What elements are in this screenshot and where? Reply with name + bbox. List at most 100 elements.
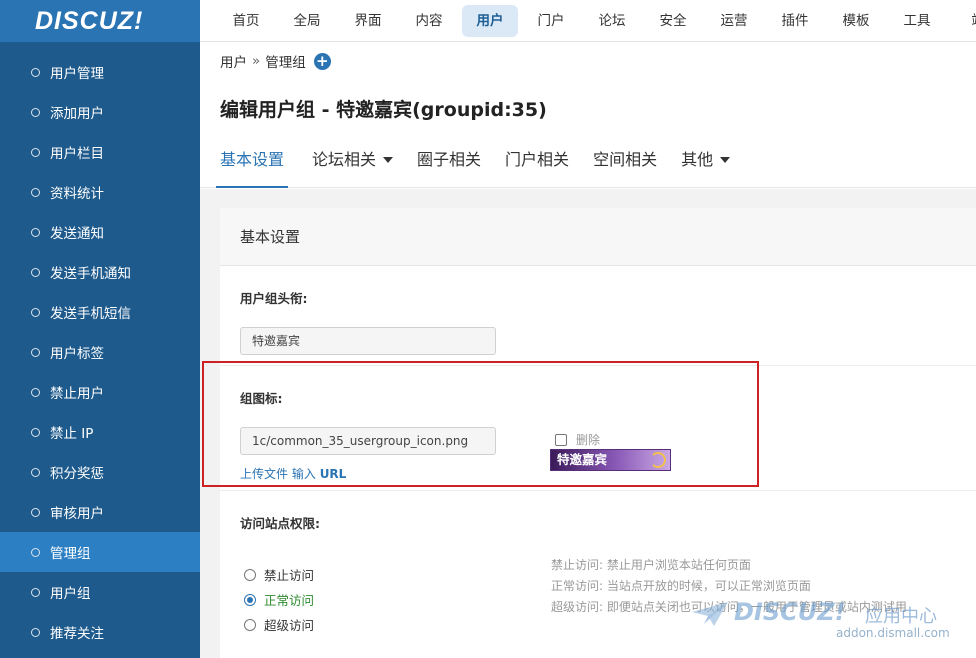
sidebar-item-label: 积分奖惩: [50, 466, 104, 482]
radio-button[interactable]: [244, 568, 256, 581]
sidebar-item-send-notice[interactable]: 发送通知: [0, 212, 200, 252]
tab-basic-settings[interactable]: 基本设置: [216, 140, 289, 188]
sidebar-item-label: 管理组: [50, 546, 91, 562]
nav-content[interactable]: 内容: [401, 5, 457, 37]
group-icon-input[interactable]: 1c/common_35_usergroup_icon.png: [240, 427, 496, 455]
sidebar-item-label: 发送手机短信: [50, 306, 131, 322]
radio-option-super[interactable]: 超级访问: [244, 612, 314, 637]
sidebar-item-user-management[interactable]: 用户管理: [0, 52, 200, 92]
radio-button[interactable]: [244, 593, 256, 606]
sidebar-menu: 用户管理 添加用户 用户栏目 资料统计 发送通知 发送手机通知 发送手机短信 用…: [0, 52, 200, 652]
radio-option-normal[interactable]: 正常访问: [244, 587, 314, 612]
radio-label: 正常访问: [264, 593, 315, 608]
nav-templates[interactable]: 模板: [828, 5, 884, 37]
sidebar-item-label: 禁止用户: [50, 386, 104, 402]
tab-other[interactable]: 其他: [681, 140, 731, 188]
delete-label: 删除: [576, 433, 601, 447]
input-url-prefix: 输入: [291, 467, 316, 481]
sidebar-item-review-users[interactable]: 审核用户: [0, 492, 200, 532]
page-title: 编辑用户组 - 特邀嘉宾(groupid:35): [220, 99, 547, 121]
sidebar-item-ban-user[interactable]: 禁止用户: [0, 372, 200, 412]
circle-icon: [31, 507, 40, 517]
circle-icon: [31, 147, 40, 157]
sidebar-item-label: 推荐关注: [50, 626, 104, 642]
breadcrumb-separator: »: [252, 53, 261, 69]
watermark: DISCUZ! 应用中心 addon.dismall.com: [690, 598, 970, 650]
sidebar-item-recommend-follow[interactable]: 推荐关注: [0, 612, 200, 652]
sidebar-item-ban-ip[interactable]: 禁止 IP: [0, 412, 200, 452]
circle-icon: [31, 267, 40, 277]
circle-icon: [31, 307, 40, 317]
circle-icon: [31, 227, 40, 237]
tab-space-related[interactable]: 空间相关: [593, 140, 657, 188]
breadcrumb: 用户 » 管理组 +: [220, 50, 331, 72]
nav-user[interactable]: 用户: [462, 4, 518, 37]
sidebar-item-label: 资料统计: [50, 186, 104, 202]
nav-security[interactable]: 安全: [645, 5, 701, 37]
sidebar-item-add-user[interactable]: 添加用户: [0, 92, 200, 132]
group-icon-image: 特邀嘉宾: [550, 449, 671, 471]
nav-operations[interactable]: 运营: [706, 5, 762, 37]
tab-label: 空间相关: [593, 150, 658, 169]
settings-card: 基本设置 用户组头衔: 特邀嘉宾 组图标: 1c/common_35_userg…: [220, 208, 976, 658]
sidebar-item-label: 审核用户: [50, 506, 104, 522]
radio-button[interactable]: [244, 618, 256, 631]
sidebar-item-send-sms[interactable]: 发送手机短信: [0, 292, 200, 332]
sidebar-item-label: 禁止 IP: [50, 426, 94, 442]
sidebar-item-label: 用户标签: [50, 346, 104, 362]
circle-icon: [31, 427, 40, 437]
sidebar-item-user-columns[interactable]: 用户栏目: [0, 132, 200, 172]
group-title-label: 用户组头衔:: [240, 291, 308, 306]
circle-icon: [31, 67, 40, 77]
circle-icon: [31, 587, 40, 597]
group-title-input[interactable]: 特邀嘉宾: [240, 327, 496, 355]
sidebar-item-user-groups[interactable]: 用户组: [0, 572, 200, 612]
icon-links: 上传文件 输入 URL: [240, 465, 346, 482]
tab-label: 其他: [681, 150, 714, 169]
sidebar-item-credit-rewards[interactable]: 积分奖惩: [0, 452, 200, 492]
watermark-domain: addon.dismall.com: [836, 626, 950, 640]
sidebar-item-label: 发送通知: [50, 226, 104, 242]
tab-label: 门户相关: [505, 150, 570, 169]
tab-circle-related[interactable]: 圈子相关: [417, 140, 481, 188]
discuz-logo[interactable]: DISCUZ!: [0, 0, 200, 42]
sidebar-item-admin-groups[interactable]: 管理组: [0, 532, 200, 572]
tab-portal-related[interactable]: 门户相关: [505, 140, 569, 188]
nav-plugins[interactable]: 插件: [767, 5, 823, 37]
input-url-link[interactable]: 输入 URL: [292, 467, 346, 481]
nav-tools[interactable]: 工具: [889, 5, 945, 37]
top-navigation: 首页 全局 界面 内容 用户 门户 论坛 安全 运营 插件 模板 工具 站: [200, 0, 976, 42]
plus-icon[interactable]: +: [313, 52, 331, 70]
group-icon-label: 组图标:: [240, 391, 283, 406]
swirl-icon: [650, 452, 666, 468]
nav-global[interactable]: 全局: [279, 5, 335, 37]
breadcrumb-section[interactable]: 用户: [220, 51, 247, 71]
circle-icon: [31, 387, 40, 397]
section-title: 基本设置: [220, 208, 976, 266]
sidebar-item-profile-stats[interactable]: 资料统计: [0, 172, 200, 212]
nav-interface[interactable]: 界面: [340, 5, 396, 37]
upload-file-link[interactable]: 上传文件: [240, 467, 288, 481]
sidebar-item-label: 发送手机通知: [50, 266, 131, 282]
sidebar-item-label: 添加用户: [50, 106, 104, 122]
caret-down-icon: [720, 157, 731, 163]
tab-forum-related[interactable]: 论坛相关: [312, 140, 394, 188]
sidebar-item-label: 用户组: [50, 586, 91, 602]
help-line: 正常访问: 当站点开放的时候，可以正常浏览页面: [551, 579, 811, 593]
nav-portal[interactable]: 门户: [523, 5, 579, 37]
sidebar-item-user-tags[interactable]: 用户标签: [0, 332, 200, 372]
radio-option-ban[interactable]: 禁止访问: [244, 562, 314, 587]
sidebar-item-label: 用户栏目: [50, 146, 104, 162]
circle-icon: [31, 107, 40, 117]
nav-forum[interactable]: 论坛: [584, 5, 640, 37]
delete-checkbox[interactable]: [555, 433, 567, 446]
tab-label: 基本设置: [220, 150, 285, 169]
nav-home[interactable]: 首页: [218, 5, 274, 37]
circle-icon: [31, 627, 40, 637]
input-url-label: URL: [319, 467, 347, 481]
help-line: 禁止访问: 禁止用户浏览本站任何页面: [551, 558, 751, 572]
access-radio-group: 禁止访问 正常访问 超级访问: [244, 562, 314, 637]
sidebar-item-send-mobile-notice[interactable]: 发送手机通知: [0, 252, 200, 292]
nav-site[interactable]: 站: [950, 5, 976, 37]
row-divider: [220, 365, 976, 366]
